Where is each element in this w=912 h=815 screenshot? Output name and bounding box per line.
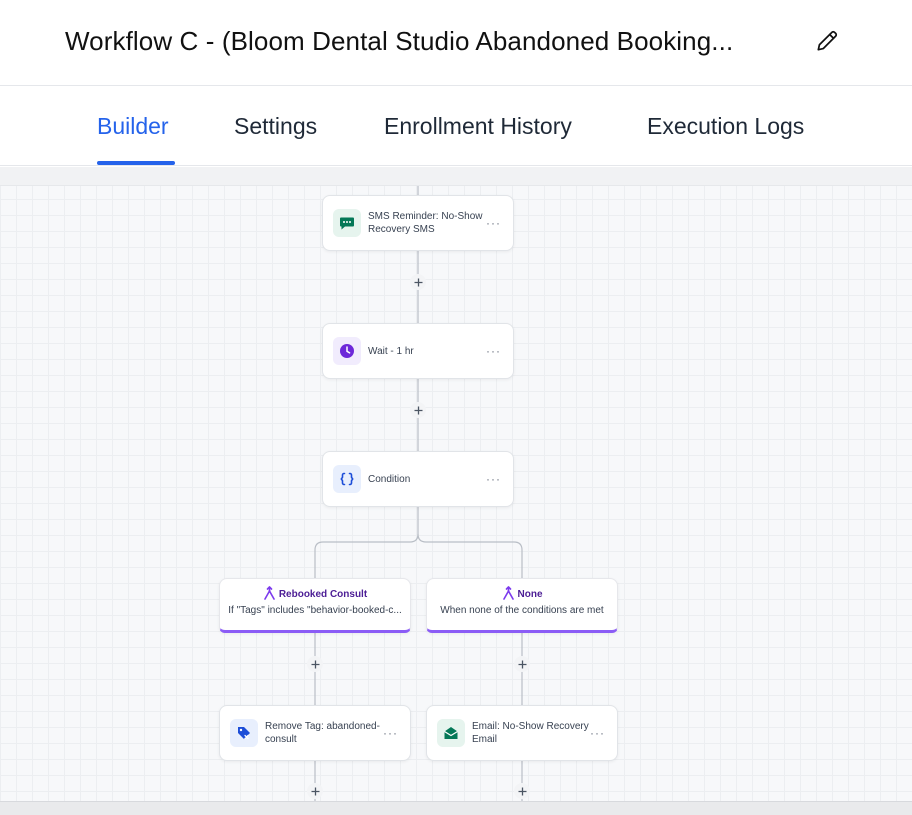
- wait-node-label: Wait - 1 hr: [368, 345, 414, 357]
- email-node-label: Email: No-Show Recovery Email: [472, 721, 589, 745]
- wait-node-more-button[interactable]: ···: [486, 345, 501, 357]
- email-node[interactable]: Email: No-Show Recovery Email ···: [426, 705, 618, 761]
- plus-icon: [518, 660, 526, 668]
- add-step-button[interactable]: [410, 274, 426, 290]
- sms-reminder-node[interactable]: SMS Reminder: No-Show Recovery SMS ···: [322, 195, 514, 251]
- branch-rebooked-description: If "Tags" includes "behavior-booked-c...: [228, 605, 402, 616]
- pencil-icon: [817, 30, 838, 51]
- remove-tag-node-more-button[interactable]: ···: [383, 727, 398, 739]
- branch-rebooked-consult[interactable]: Rebooked Consult If "Tags" includes "beh…: [219, 578, 411, 633]
- email-icon-box: [437, 719, 465, 747]
- tab-execution-logs[interactable]: Execution Logs: [647, 113, 804, 140]
- tab-builder[interactable]: Builder: [97, 113, 169, 140]
- add-step-button[interactable]: [514, 656, 530, 672]
- branch-split-icon: [502, 586, 514, 600]
- plus-icon: [311, 787, 319, 795]
- active-tab-indicator: [97, 161, 175, 165]
- wait-node[interactable]: Wait - 1 hr ···: [322, 323, 514, 379]
- add-step-button[interactable]: [410, 402, 426, 418]
- remove-tag-node[interactable]: Remove Tag: abandoned-consult ···: [219, 705, 411, 761]
- tab-settings[interactable]: Settings: [234, 113, 317, 140]
- add-step-button[interactable]: [514, 783, 530, 799]
- branch-none-title: None: [427, 586, 617, 600]
- branch-rebooked-title-text: Rebooked Consult: [278, 589, 368, 600]
- sms-node-label: SMS Reminder: No-Show Recovery SMS: [368, 211, 483, 235]
- edit-title-button[interactable]: [812, 26, 842, 56]
- wait-icon-box: [333, 337, 361, 365]
- branch-split-icon: [264, 586, 275, 600]
- sms-icon-box: [333, 209, 361, 237]
- condition-icon-box: [333, 465, 361, 493]
- add-step-button[interactable]: [307, 656, 323, 672]
- plus-icon: [414, 406, 422, 414]
- branch-rebooked-title: Rebooked Consult: [220, 586, 410, 600]
- workflow-canvas[interactable]: SMS Reminder: No-Show Recovery SMS ··· W…: [0, 167, 912, 801]
- braces-icon: [340, 472, 354, 486]
- condition-node-more-button[interactable]: ···: [486, 473, 501, 485]
- email-node-more-button[interactable]: ···: [590, 727, 605, 739]
- plus-icon: [414, 278, 422, 286]
- workflow-title: Workflow C - (Bloom Dental Studio Abando…: [65, 26, 734, 56]
- branch-none-title-text: None: [517, 589, 543, 600]
- plus-icon: [311, 660, 319, 668]
- clock-icon: [340, 344, 354, 358]
- tag-icon: [238, 727, 250, 740]
- branch-none-description: When none of the conditions are met: [440, 605, 604, 616]
- envelope-icon: [444, 727, 458, 739]
- tab-enrollment-history[interactable]: Enrollment History: [384, 113, 572, 140]
- remove-tag-icon-box: [230, 719, 258, 747]
- tab-bar: Builder Settings Enrollment History Exec…: [0, 87, 912, 166]
- remove-tag-node-label: Remove Tag: abandoned-consult: [265, 721, 380, 745]
- plus-icon: [518, 787, 526, 795]
- workflow-header: Workflow C - (Bloom Dental Studio Abando…: [0, 0, 912, 86]
- condition-node-label: Condition: [368, 473, 411, 485]
- chat-bubble-icon: [340, 217, 354, 230]
- condition-node[interactable]: Condition ···: [322, 451, 514, 507]
- add-step-button[interactable]: [307, 783, 323, 799]
- sms-node-more-button[interactable]: ···: [486, 217, 501, 229]
- horizontal-scrollbar[interactable]: [0, 801, 912, 815]
- branch-none[interactable]: None When none of the conditions are met: [426, 578, 618, 633]
